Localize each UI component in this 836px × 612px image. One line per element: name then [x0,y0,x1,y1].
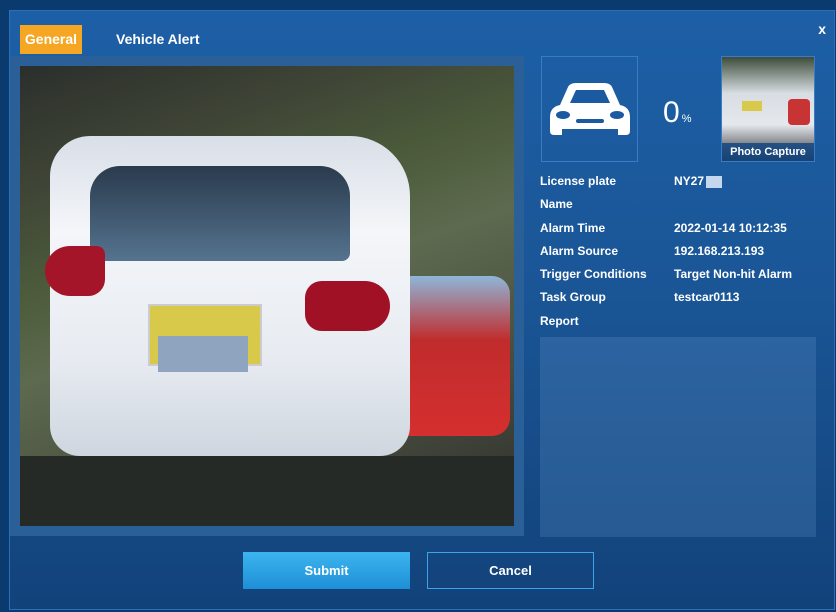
car-icon [549,83,630,135]
detail-trigger-conditions: Trigger Conditions Target Non-hit Alarm [540,267,830,290]
detail-label: License plate [540,174,617,188]
detail-label: Name [540,197,573,212]
detail-value: Target Non-hit Alarm [674,267,793,282]
detail-label: Task Group [540,290,606,305]
alert-details: License plate NY27 Name Alarm Time 2022-… [540,174,830,337]
photo-license-plate-lower [158,336,248,372]
license-plate-value: NY27 [674,174,705,188]
close-icon[interactable]: x [818,21,826,37]
detail-label: Trigger Conditions [540,267,647,282]
detail-task-group: Task Group testcar0113 [540,290,830,313]
cancel-button[interactable]: Cancel [427,552,594,589]
detail-label: Alarm Source [540,243,619,258]
vehicle-type-tile [541,56,638,162]
photo-right-taillight [305,281,390,331]
match-value: 0 [663,96,680,129]
captured-photo-panel [10,56,524,536]
detail-label: Report [540,313,579,328]
match-unit: % [681,113,692,125]
detail-alarm-source: Alarm Source 192.168.213.193 [540,244,830,267]
photo-left-taillight [45,246,105,296]
detail-value: 192.168.213.193 [674,243,765,258]
detail-value: NY27 [674,174,723,188]
photo-capture-label: Photo Capture [722,143,814,161]
detail-license-plate: License plate NY27 [540,174,830,197]
capture-plate [742,101,762,111]
detail-name: Name [540,197,830,220]
tab-general[interactable]: General [20,25,82,54]
captured-vehicle-photo [20,66,514,526]
photo-ground [20,456,514,526]
detail-alarm-time: Alarm Time 2022-01-14 10:12:35 [540,221,830,244]
submit-button[interactable]: Submit [243,552,410,589]
report-textarea[interactable] [540,337,816,537]
capture-background-car [788,99,810,125]
photo-capture-thumbnail[interactable]: Photo Capture [721,56,815,162]
detail-label: Alarm Time [540,220,606,235]
detail-value: testcar0113 [674,290,740,305]
redaction-mark [706,175,723,188]
detail-report: Report [540,314,830,337]
detail-value: 2022-01-14 10:12:35 [674,220,787,235]
match-percentage: 0% [663,96,691,130]
tab-vehicle-alert[interactable]: Vehicle Alert [106,25,210,54]
photo-rear-window [90,166,350,261]
